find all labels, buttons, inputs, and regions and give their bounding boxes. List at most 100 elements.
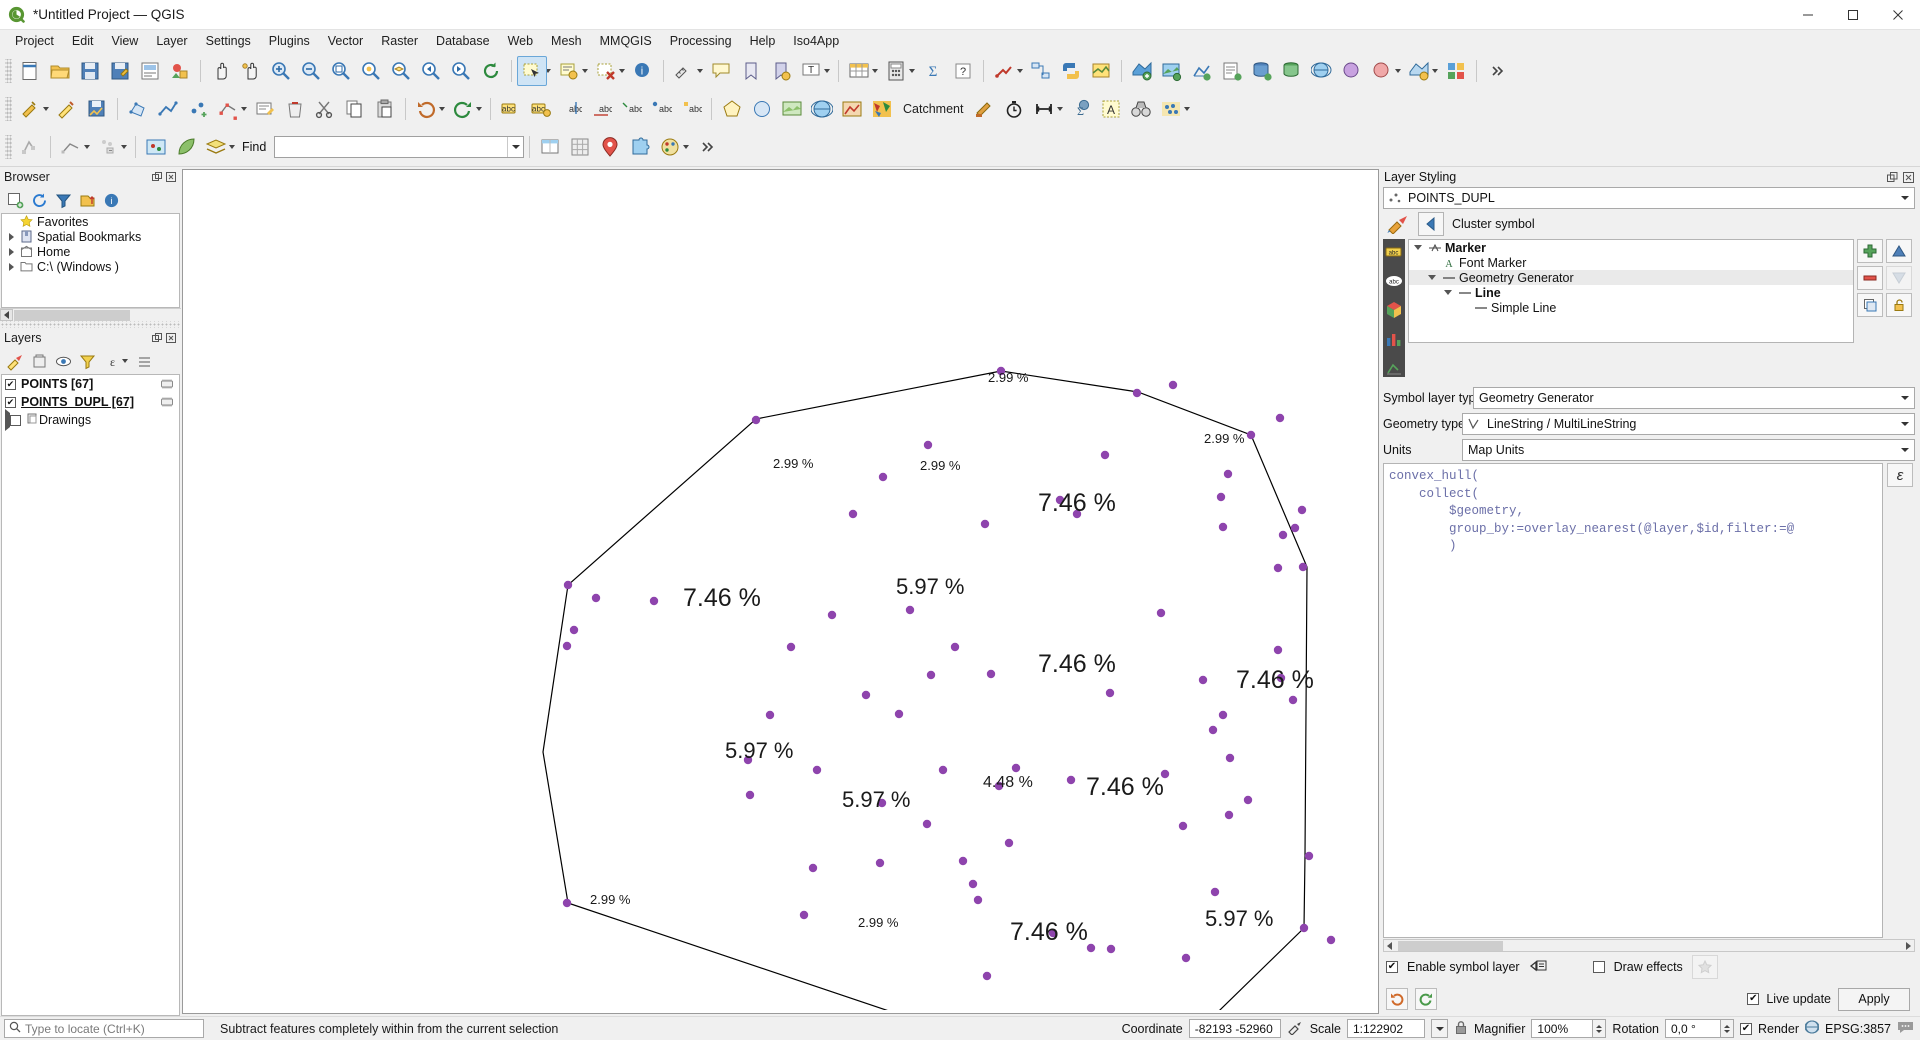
remove-symbol-layer-button[interactable] <box>1857 266 1883 290</box>
layer-symbol-icon[interactable] <box>161 379 179 389</box>
map-point[interactable] <box>1208 725 1218 735</box>
scrollbar-track[interactable] <box>131 310 181 321</box>
add-selected-layers-icon[interactable] <box>4 189 26 211</box>
copy-features-icon[interactable] <box>340 94 370 124</box>
measure-width-icon[interactable] <box>1029 94 1059 124</box>
model-designer-icon[interactable] <box>1026 56 1056 86</box>
find-combo[interactable] <box>274 136 525 158</box>
add-polygon-feature-icon[interactable] <box>123 94 153 124</box>
plugin-map-icon[interactable] <box>141 132 171 162</box>
map-point[interactable] <box>1298 562 1308 572</box>
sum-line-icon[interactable]: Σ <box>1066 94 1096 124</box>
map-point[interactable] <box>1178 821 1188 831</box>
map-point[interactable] <box>562 898 572 908</box>
scroll-left-icon[interactable] <box>0 309 13 321</box>
map-point[interactable] <box>905 605 915 615</box>
magnifier-value[interactable]: 100% <box>1531 1019 1594 1038</box>
menu-layer[interactable]: Layer <box>147 32 196 50</box>
show-bookmarks-icon[interactable] <box>766 56 796 86</box>
add-layer-misc-icon[interactable] <box>1337 56 1367 86</box>
map-point[interactable] <box>1223 469 1233 479</box>
map-point[interactable] <box>1246 430 1256 440</box>
shape-digitize-icon[interactable] <box>717 94 747 124</box>
label-toolbar-icon-4[interactable]: abc <box>586 94 616 124</box>
browser-item-spatial-bookmarks[interactable]: Spatial Bookmarks <box>2 229 179 244</box>
symbol-tree-row-line[interactable]: Line <box>1409 285 1853 300</box>
menu-raster[interactable]: Raster <box>372 32 427 50</box>
map-point[interactable] <box>1218 710 1228 720</box>
locator-bar[interactable]: Type to locate (Ctrl+K) <box>4 1019 204 1038</box>
map-point[interactable] <box>562 641 572 651</box>
move-up-button[interactable] <box>1886 239 1912 263</box>
tab-diagrams-icon[interactable] <box>1385 330 1403 348</box>
more-toolbar-icon-2[interactable] <box>692 132 722 162</box>
map-point[interactable] <box>1004 838 1014 848</box>
maximize-button[interactable] <box>1830 0 1875 30</box>
add-postgis-layer-icon[interactable] <box>1247 56 1277 86</box>
scroll-right-icon[interactable] <box>1902 940 1914 951</box>
tab-history-icon[interactable] <box>1385 359 1403 377</box>
layers-close-icon[interactable] <box>165 332 177 344</box>
tab-labels-icon[interactable]: abc <box>1385 272 1403 290</box>
browser-item-favorites[interactable]: Favorites <box>2 214 179 229</box>
tab-3d-view-icon[interactable] <box>1385 301 1403 319</box>
select-by-value-icon[interactable] <box>554 56 584 86</box>
browser-item-c-windows[interactable]: C:\ (Windows ) <box>2 259 179 274</box>
python-console-icon[interactable] <box>1056 56 1086 86</box>
zoom-last-icon[interactable] <box>416 56 446 86</box>
plugin-table-icon[interactable] <box>535 132 565 162</box>
snapping-toggle-icon[interactable] <box>15 132 45 162</box>
data-defined-override-icon[interactable] <box>1529 958 1549 977</box>
map-point[interactable] <box>827 610 837 620</box>
map-point[interactable] <box>563 580 573 590</box>
select-features-icon[interactable] <box>517 56 547 86</box>
binoculars-icon[interactable] <box>1126 94 1156 124</box>
live-update-checkbox[interactable]: ✔ <box>1747 993 1760 1005</box>
label-toolbar-icon-2[interactable]: abc <box>526 94 556 124</box>
georeferencer-icon[interactable] <box>1086 56 1116 86</box>
label-toolbar-icon-6[interactable]: abc <box>646 94 676 124</box>
add-point-feature-icon[interactable] <box>183 94 213 124</box>
layer-row-points-dupl[interactable]: ✔ POINTS_DUPL [67] <box>2 393 179 411</box>
layer-visibility-presets-icon[interactable] <box>201 132 231 162</box>
layers-undock-icon[interactable] <box>151 332 163 344</box>
map-point[interactable] <box>1181 953 1191 963</box>
toolbar-grip[interactable] <box>5 97 12 121</box>
layer-row-points[interactable]: ✔ POINTS [67] <box>2 375 179 393</box>
scrollbar-thumb[interactable] <box>14 309 130 321</box>
add-vector-layer-icon[interactable] <box>1127 56 1157 86</box>
iso4app-icon[interactable] <box>969 94 999 124</box>
map-point[interactable] <box>1326 935 1336 945</box>
layer-visibility-checkbox[interactable]: ✔ <box>5 378 16 390</box>
new-bookmark-icon[interactable] <box>736 56 766 86</box>
map-thumbnail-icon[interactable] <box>777 94 807 124</box>
expression-builder-button[interactable]: ε <box>1887 463 1913 487</box>
menu-plugins[interactable]: Plugins <box>260 32 319 50</box>
map-point[interactable] <box>1011 763 1021 773</box>
enable-symbol-layer-checkbox[interactable]: ✔ <box>1386 961 1398 973</box>
toggle-editing-icon[interactable] <box>52 94 82 124</box>
menu-processing[interactable]: Processing <box>661 32 741 50</box>
filter-browser-icon[interactable] <box>52 189 74 211</box>
map-point[interactable] <box>808 863 818 873</box>
menu-mesh[interactable]: Mesh <box>542 32 591 50</box>
map-point[interactable] <box>591 593 601 603</box>
chevron-down-icon[interactable] <box>1411 245 1425 250</box>
map-point[interactable] <box>973 895 983 905</box>
timer-icon[interactable] <box>999 94 1029 124</box>
map-point[interactable] <box>799 910 809 920</box>
symbol-tree-row-geometry-generator[interactable]: Geometry Generator <box>1409 270 1853 285</box>
vector-circle-icon[interactable] <box>747 94 777 124</box>
map-point[interactable] <box>922 819 932 829</box>
map-point[interactable] <box>1243 795 1253 805</box>
plugin-grid-icon[interactable] <box>565 132 595 162</box>
zoom-out-icon[interactable] <box>296 56 326 86</box>
map-point[interactable] <box>848 509 858 519</box>
layer-selector-dropdown-icon[interactable] <box>1896 196 1914 200</box>
plugin-leaf-icon[interactable] <box>171 132 201 162</box>
manage-visibility-icon[interactable] <box>52 350 74 372</box>
map-point[interactable] <box>1278 530 1288 540</box>
label-toolbar-icon-7[interactable]: abc <box>676 94 706 124</box>
add-line-feature-icon[interactable] <box>153 94 183 124</box>
apply-button[interactable]: Apply <box>1838 987 1910 1011</box>
